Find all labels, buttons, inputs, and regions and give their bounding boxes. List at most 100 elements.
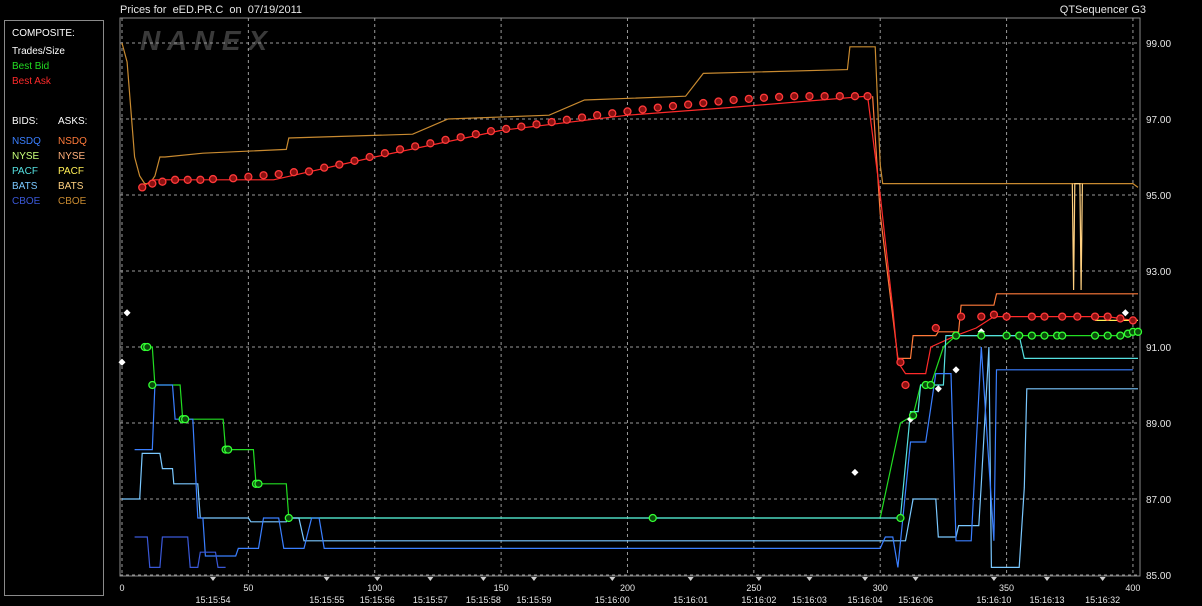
ask-marker: [244, 172, 253, 181]
bid-marker: [1015, 331, 1024, 340]
ask-marker: [956, 312, 966, 321]
ask-marker: [1128, 316, 1138, 325]
ask-marker: [441, 135, 450, 145]
ask-marker: [714, 97, 723, 106]
time-label: 15:16:13: [1029, 595, 1064, 605]
ask-marker: [901, 380, 910, 390]
ask-marker: [196, 175, 205, 184]
bid-marker: [254, 479, 263, 488]
time-marker-icon: [374, 577, 381, 581]
time-label: 15:16:01: [673, 595, 708, 605]
ask-marker: [835, 92, 844, 101]
ask-marker: [208, 174, 218, 184]
bid-marker: [1103, 331, 1112, 340]
bid-marker: [1027, 331, 1037, 340]
time-marker-icon: [687, 577, 694, 581]
ask-marker: [790, 92, 799, 101]
ask-marker: [183, 175, 192, 184]
bid-marker: [223, 445, 233, 454]
ask-marker: [668, 101, 678, 111]
time-marker-icon: [1044, 577, 1051, 581]
bid-marker: [1133, 327, 1143, 336]
ask-marker: [502, 124, 511, 134]
ask-marker: [471, 130, 480, 139]
ask-marker: [774, 92, 784, 102]
time-marker-icon: [480, 577, 487, 581]
ask-marker: [229, 174, 238, 183]
ask-marker: [577, 113, 587, 122]
bid-marker: [148, 380, 157, 390]
time-label: 15:15:57: [413, 595, 448, 605]
bids-heading: BIDS:: [12, 116, 39, 127]
time-label: 15:15:59: [516, 595, 551, 605]
y-tick-label: 93.00: [1146, 267, 1171, 278]
ask-marker: [456, 133, 465, 142]
legend-panel: COMPOSITE: Trades/Size Best Bid Best Ask…: [4, 20, 104, 596]
ask-marker: [729, 95, 738, 105]
legend-bid-cboe: CBOE: [12, 196, 41, 207]
time-label: 15:16:32: [1085, 595, 1120, 605]
ask-marker: [1058, 312, 1067, 321]
ask-marker: [335, 160, 344, 169]
time-label: 15:16:10: [976, 595, 1011, 605]
ask-marker: [608, 109, 617, 118]
ask-marker: [683, 100, 693, 109]
legend-bid-bats: BATS: [12, 181, 38, 192]
ask-marker: [259, 171, 268, 180]
ask-marker: [304, 167, 314, 176]
x-tick-label: 400: [1125, 583, 1140, 593]
x-tick-label: 50: [243, 583, 253, 593]
ask-marker: [562, 115, 571, 124]
legend-bid-nyse: NYSE: [12, 151, 40, 162]
ask-marker: [989, 310, 999, 319]
time-marker-icon: [427, 577, 434, 581]
ask-marker: [350, 156, 359, 165]
y-tick-label: 89.00: [1146, 419, 1171, 430]
ask-marker: [759, 93, 769, 102]
bid-marker: [1090, 331, 1100, 340]
ask-marker: [380, 149, 389, 158]
time-label: 15:15:55: [309, 595, 344, 605]
time-label: 15:16:06: [898, 595, 933, 605]
legend-ask-cboe: CBOE: [58, 196, 87, 207]
time-label: 15:16:04: [848, 595, 883, 605]
ask-marker: [158, 177, 167, 186]
ask-marker: [623, 107, 632, 116]
bid-marker: [908, 411, 918, 420]
time-label: 15:15:56: [360, 595, 395, 605]
ask-marker: [1090, 312, 1100, 321]
legend-ask-bats: BATS: [58, 181, 84, 192]
bid-marker: [896, 513, 905, 523]
time-label: 15:16:00: [595, 595, 630, 605]
ask-marker: [426, 139, 435, 148]
ask-marker: [148, 179, 157, 188]
ask-marker: [850, 92, 860, 101]
time-marker-icon: [609, 577, 616, 581]
time-label: 15:16:02: [741, 595, 776, 605]
time-marker-icon: [323, 577, 330, 581]
ask-marker: [395, 145, 405, 154]
bid-marker: [648, 513, 657, 523]
plot-area: [119, 17, 1141, 577]
ask-marker: [863, 92, 872, 101]
bid-marker: [977, 331, 986, 340]
time-label: 15:16:03: [792, 595, 827, 605]
chart-title: Prices for eED.PR.C on 07/19/2011: [120, 4, 302, 16]
ask-marker: [896, 358, 905, 367]
app-name: QTSequencer G3: [1059, 4, 1146, 16]
ask-marker: [1073, 312, 1082, 321]
asks-heading: ASKS:: [58, 116, 88, 127]
time-marker-icon: [990, 577, 997, 581]
bid-marker: [143, 342, 152, 352]
ask-marker: [931, 323, 940, 333]
ask-marker: [699, 98, 708, 108]
legend-ask-nyse: NYSE: [58, 151, 86, 162]
legend-trades: Trades/Size: [12, 46, 65, 57]
legend-bid-nsdq: NSDQ: [12, 136, 41, 147]
time-label: 15:15:54: [195, 595, 230, 605]
ask-marker: [977, 312, 986, 321]
ask-marker: [1040, 312, 1049, 321]
ask-marker: [517, 122, 526, 131]
ask-marker: [1103, 312, 1112, 321]
time-marker-icon: [862, 577, 869, 581]
